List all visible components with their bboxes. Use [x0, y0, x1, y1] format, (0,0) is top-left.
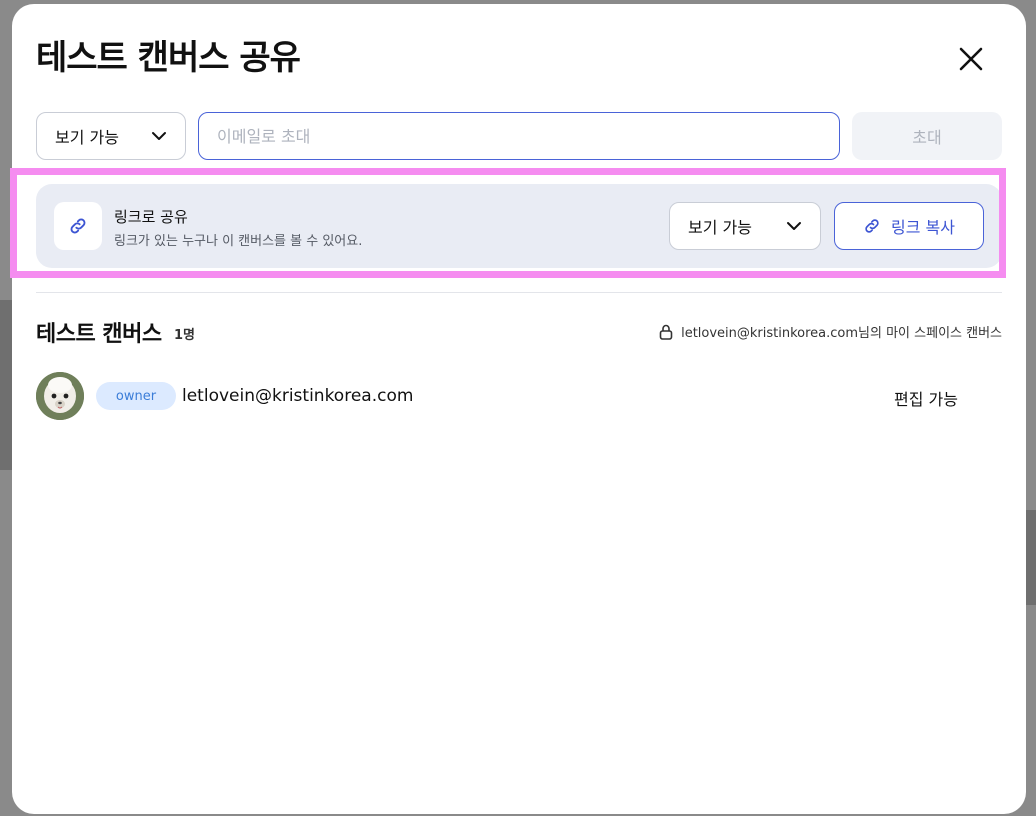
- invite-permission-label: 보기 가능: [55, 128, 119, 147]
- email-invite-input[interactable]: [198, 112, 840, 160]
- highlight-frame: [10, 168, 1006, 278]
- member-permission: 편집 가능: [894, 390, 958, 409]
- backdrop-left: [0, 300, 12, 470]
- member-count: 1명: [174, 328, 196, 343]
- owner-space-info: letlovein@kristinkorea.com님의 마이 스페이스 캔버스: [659, 322, 1002, 341]
- dialog-title: 테스트 캔버스 공유: [36, 38, 301, 78]
- close-icon: [959, 47, 983, 71]
- member-email: letlovein@kristinkorea.com: [182, 386, 414, 406]
- invite-button[interactable]: 초대: [852, 112, 1002, 160]
- alpaca-avatar-icon: [36, 372, 84, 420]
- close-button[interactable]: [952, 40, 990, 78]
- section-divider: [36, 292, 1002, 293]
- invite-permission-select[interactable]: 보기 가능: [36, 112, 186, 160]
- avatar: [36, 372, 84, 420]
- chevron-down-icon: [152, 132, 166, 140]
- lock-icon: [659, 324, 673, 340]
- role-badge: owner: [96, 382, 176, 410]
- backdrop-right: [1026, 510, 1036, 605]
- canvas-name-heading: 테스트 캔버스: [36, 322, 162, 347]
- owner-space-label: letlovein@kristinkorea.com님의 마이 스페이스 캔버스: [681, 326, 1002, 341]
- share-dialog: 테스트 캔버스 공유 보기 가능 초대 링크로 공유 링크가 있는 누구나 이 …: [12, 4, 1026, 814]
